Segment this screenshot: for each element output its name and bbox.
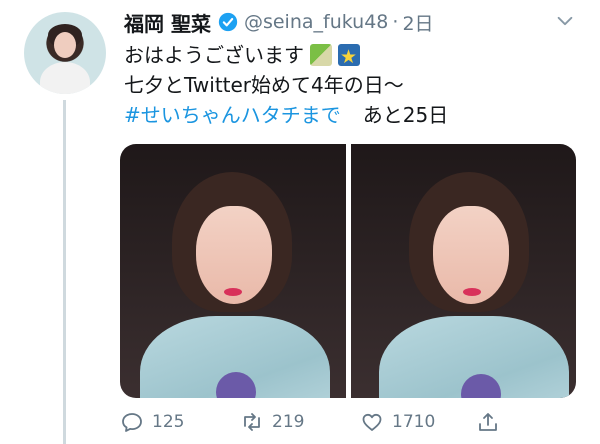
tanabata-tree-icon [310, 44, 332, 66]
tweet-line-2: 七夕とTwitter始めて4年の日〜 [124, 70, 448, 100]
photo-2-lips [462, 288, 481, 296]
share-button[interactable] [476, 410, 516, 434]
verified-badge-icon [218, 12, 238, 32]
reply-icon [122, 413, 142, 432]
photo-2[interactable] [350, 144, 576, 398]
hashtag-link[interactable]: #せいちゃんハタチまで [124, 100, 341, 130]
tweet-body: おはようございます 七夕とTwitter始めて4年の日〜 #せいちゃんハタチまで… [124, 40, 448, 130]
heart-icon [362, 413, 382, 431]
tweet-message: 七夕とTwitter始めて4年の日〜 [124, 73, 404, 97]
media-grid [120, 144, 576, 398]
avatar-shirt [40, 62, 90, 94]
tweet-greeting: おはようございます [124, 43, 304, 67]
reply-button[interactable]: 125 [120, 410, 232, 434]
tweet-countdown: あと25日 [362, 103, 449, 127]
photo-1-lips [224, 288, 242, 296]
photo-1[interactable] [120, 144, 346, 398]
thread-line [63, 100, 66, 444]
retweet-count: 219 [272, 412, 305, 432]
retweet-icon [244, 413, 260, 431]
chevron-down-icon[interactable] [554, 10, 576, 32]
like-count: 1710 [392, 412, 436, 432]
glowing-star-icon [338, 42, 360, 72]
share-icon [479, 413, 497, 431]
retweet-button[interactable]: 219 [240, 410, 360, 434]
separator-dot: · [392, 11, 399, 33]
display-name[interactable]: 福岡 聖菜 [124, 8, 211, 37]
avatar-face [54, 32, 76, 58]
tweet-header: 福岡 聖菜 @seina_fuku48 · 2日 [124, 8, 434, 36]
tweet-line-3: #せいちゃんハタチまで あと25日 [124, 100, 448, 130]
tweet-line-1: おはようございます [124, 40, 448, 72]
tweet-actions: 125 219 1710 [120, 404, 530, 440]
like-button[interactable]: 1710 [360, 410, 476, 434]
user-handle[interactable]: @seina_fuku48 [244, 11, 388, 33]
tweet-timestamp[interactable]: 2日 [402, 9, 433, 36]
avatar[interactable] [24, 12, 106, 94]
reply-count: 125 [152, 412, 185, 432]
